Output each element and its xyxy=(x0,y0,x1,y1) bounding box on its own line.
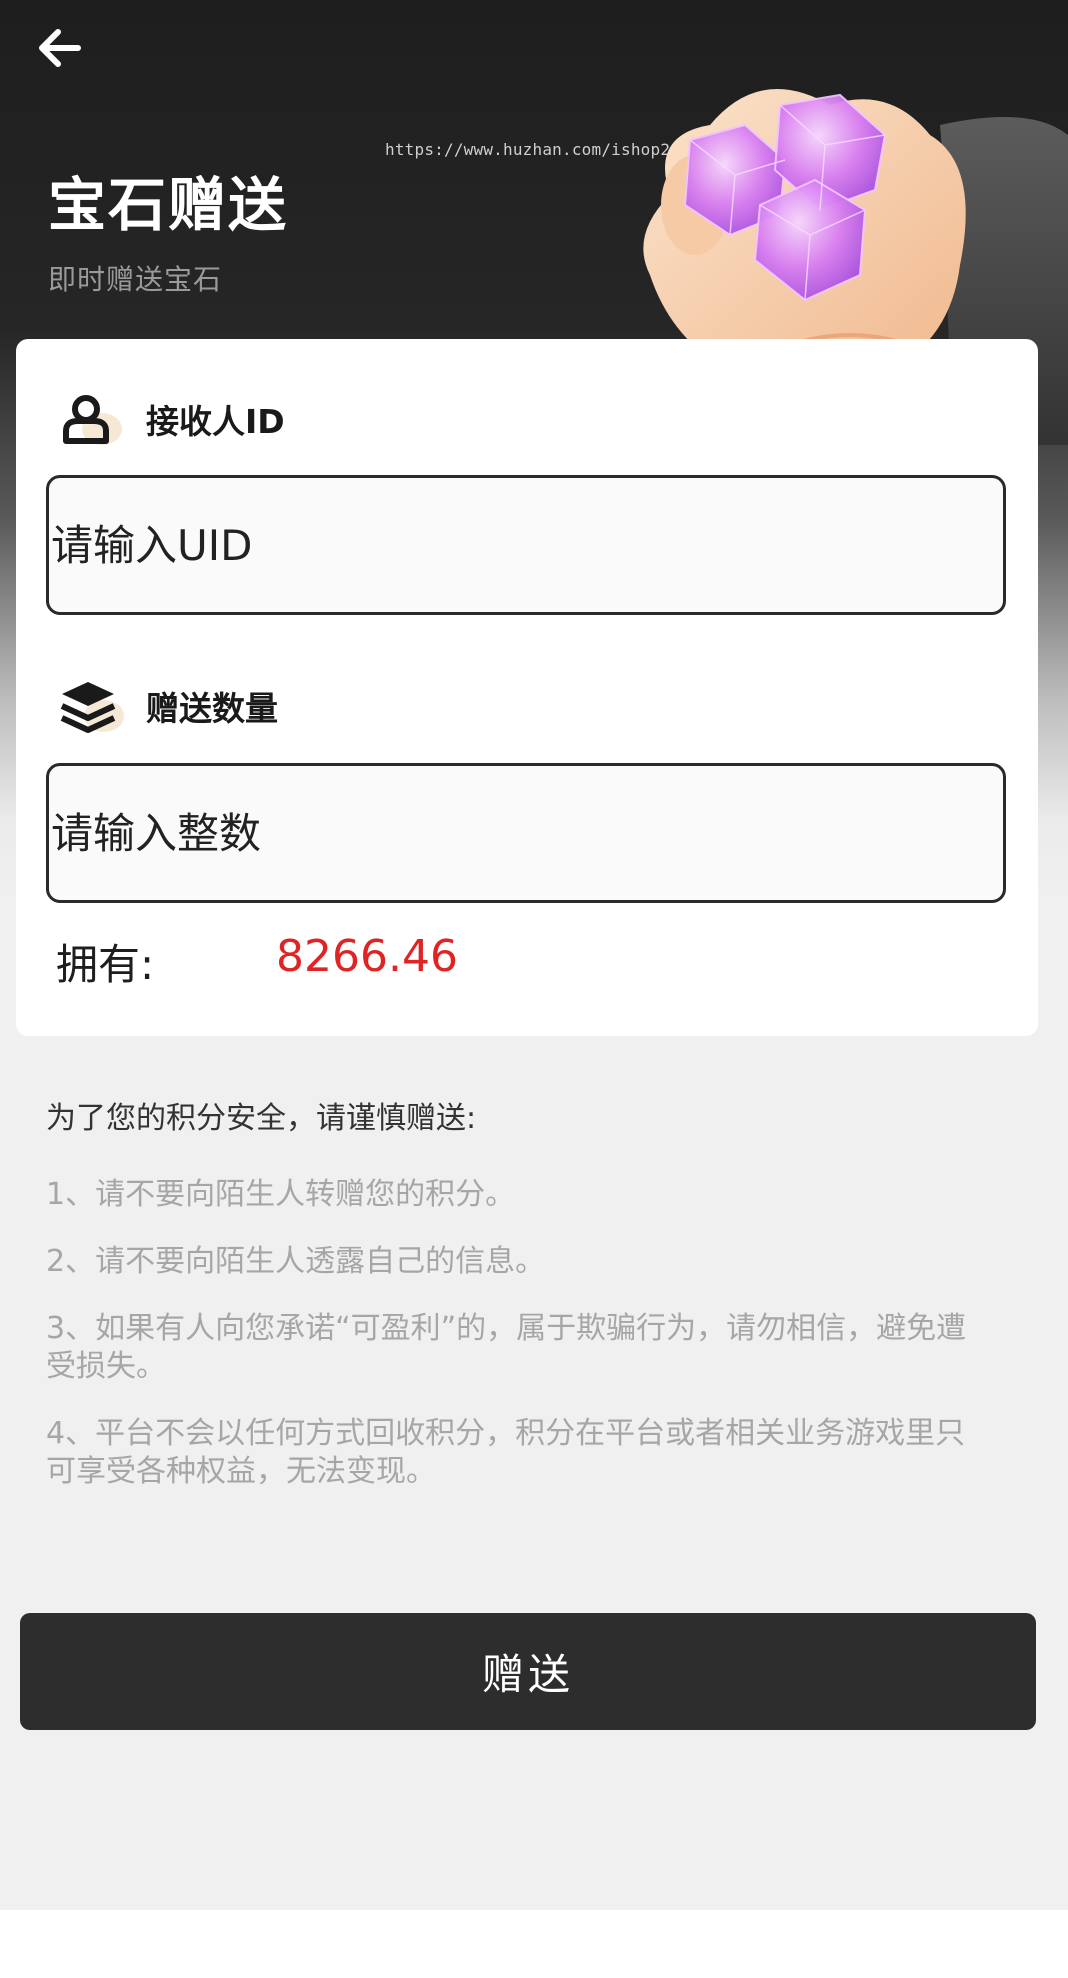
balance-value: 8266.46 xyxy=(276,931,458,982)
amount-label: 赠送数量 xyxy=(146,689,278,728)
user-icon xyxy=(63,395,122,445)
amount-input[interactable] xyxy=(49,766,1003,900)
receiver-uid-input[interactable] xyxy=(49,478,1003,612)
receiver-input-box[interactable] xyxy=(46,475,1006,615)
notice-item: 2、请不要向陌生人透露自己的信息。 xyxy=(46,1244,546,1279)
amount-input-box[interactable] xyxy=(46,763,1006,903)
balance-label: 拥有: xyxy=(56,940,155,989)
notice-item: 4、平台不会以任何方式回收积分，积分在平台或者相关业务游戏里只可享受各种权益，无… xyxy=(46,1416,966,1489)
page-subtitle: 即时赠送宝石 xyxy=(48,263,223,296)
back-arrow-icon xyxy=(39,29,81,67)
layers-icon xyxy=(60,682,124,733)
gift-submit-button[interactable]: 赠送 xyxy=(20,1613,1036,1730)
notice-title: 为了您的积分安全，请谨慎赠送: xyxy=(46,1101,477,1136)
bottom-area xyxy=(0,1910,1068,1978)
amount-label-row: 赠送数量 xyxy=(52,676,278,736)
page-title: 宝石赠送 xyxy=(48,171,289,239)
receiver-label-row: 接收人ID xyxy=(52,389,285,449)
back-button[interactable] xyxy=(30,24,86,80)
receiver-label: 接收人ID xyxy=(146,402,285,441)
notice-item: 1、请不要向陌生人转赠您的积分。 xyxy=(46,1177,516,1212)
notice-item: 3、如果有人向您承诺“可盈利”的，属于欺骗行为，请勿相信，避免遭受损失。 xyxy=(46,1311,967,1384)
gem-gift-screen: https://www.huzhan.com/ishop26228 宝石赠送 即… xyxy=(0,0,1068,1910)
gift-form-card: 接收人ID 赠送数量 拥有: 8266.46 xyxy=(16,339,1038,1036)
